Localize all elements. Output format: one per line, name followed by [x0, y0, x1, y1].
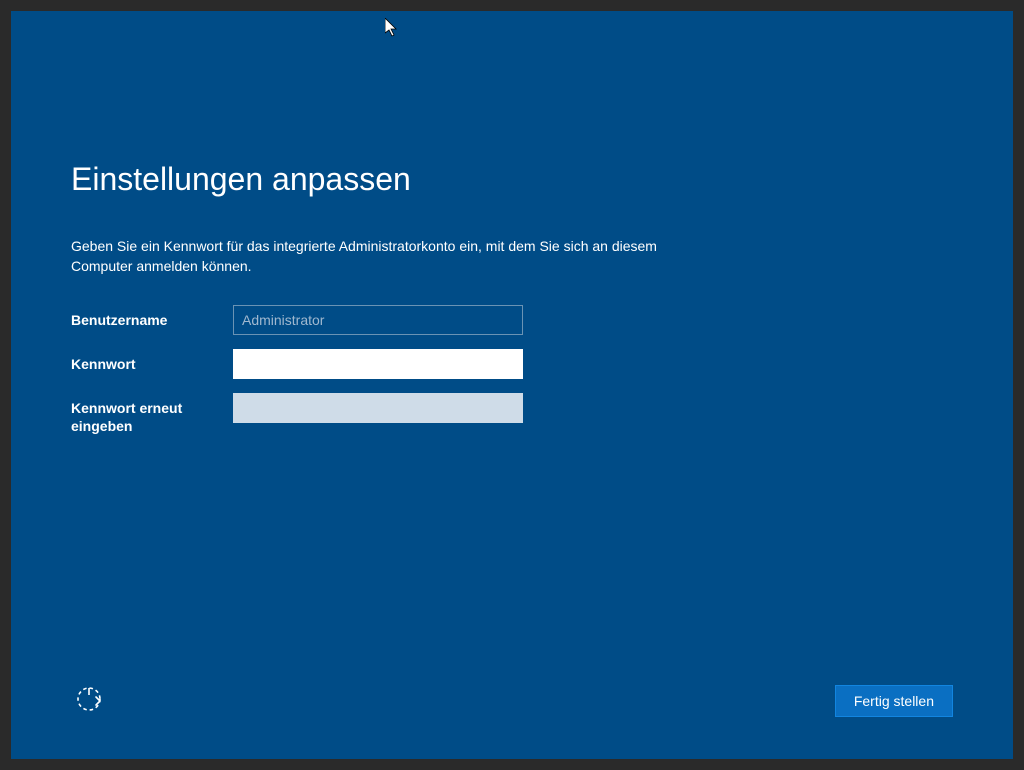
confirm-password-field[interactable]	[233, 393, 523, 423]
username-row: Benutzername	[71, 305, 953, 335]
ease-of-access-button[interactable]	[71, 683, 107, 719]
password-row: Kennwort	[71, 349, 953, 379]
finish-button[interactable]: Fertig stellen	[835, 685, 953, 717]
username-field	[233, 305, 523, 335]
password-label: Kennwort	[71, 349, 233, 373]
bottom-bar: Fertig stellen	[71, 683, 953, 719]
page-title: Einstellungen anpassen	[71, 161, 953, 198]
page-description: Geben Sie ein Kennwort für das integrier…	[71, 236, 671, 277]
setup-window: Einstellungen anpassen Geben Sie ein Ken…	[11, 11, 1013, 759]
confirm-password-label: Kennwort erneut eingeben	[71, 393, 233, 435]
confirm-password-row: Kennwort erneut eingeben	[71, 393, 953, 435]
username-label: Benutzername	[71, 305, 233, 329]
content-area: Einstellungen anpassen Geben Sie ein Ken…	[71, 161, 953, 679]
ease-of-access-icon	[74, 684, 104, 719]
password-field[interactable]	[233, 349, 523, 379]
